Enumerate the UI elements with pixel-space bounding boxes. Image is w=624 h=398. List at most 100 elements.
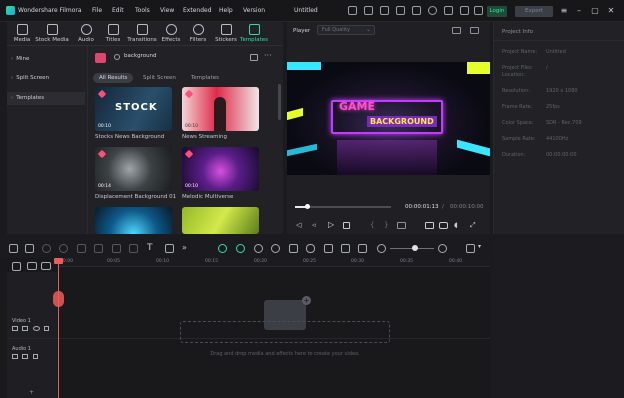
tab-media[interactable]: Media [9,24,35,43]
login-button[interactable]: Login [487,6,507,17]
eye-icon[interactable] [33,326,40,331]
duration: 00:10 [98,124,111,129]
render-preview-icon[interactable] [358,244,367,253]
time-ruler[interactable] [58,258,490,267]
drop-zone[interactable] [180,321,390,343]
layout-icon[interactable] [9,244,18,253]
close-icon[interactable]: ✕ [605,5,617,17]
tab-templates[interactable]: Templates [240,24,268,43]
add-track-icon[interactable] [12,262,21,271]
select-tool-icon[interactable] [25,244,34,253]
playhead[interactable] [58,260,59,398]
track-manager-icon[interactable] [41,262,51,270]
template-thumb-partial[interactable] [182,207,259,234]
more-icon[interactable]: ··· [264,51,272,60]
step-back-icon[interactable]: ◃ [312,221,316,229]
render-icon[interactable] [397,222,406,229]
mark-out-icon[interactable]: } [384,221,388,229]
undo-icon[interactable] [42,244,51,253]
lock-icon[interactable] [33,354,38,359]
image-icon[interactable] [470,27,479,34]
delete-icon[interactable] [77,244,86,253]
menu-version[interactable]: Version [243,7,265,14]
send-icon[interactable] [364,6,373,15]
folder-icon[interactable] [22,326,28,331]
clock-icon[interactable] [271,244,280,253]
sidebar-item-templates[interactable]: › Templates [7,92,85,105]
template-thumb-partial[interactable] [95,207,172,234]
download-icon[interactable] [460,6,469,15]
redo-icon[interactable] [59,244,68,253]
speed-icon[interactable] [129,244,138,253]
export-button[interactable]: Export [515,6,553,17]
display-icon[interactable] [425,222,434,229]
menu-help[interactable]: Help [219,7,233,14]
preview-canvas[interactable]: GAME BACKGROUND [287,62,490,175]
filter-templates[interactable]: Templates [185,73,225,83]
mark-in-icon[interactable]: { [370,221,374,229]
gift-icon[interactable] [348,6,357,15]
cloud-icon[interactable] [428,6,437,15]
ripple-icon[interactable] [236,244,245,253]
chevron-down-icon[interactable]: ▾ [478,243,481,250]
ai-icon[interactable] [341,244,350,253]
link-icon[interactable] [27,262,37,270]
add-icon[interactable]: + [29,389,34,396]
camera-icon[interactable] [439,222,448,229]
speaker-icon[interactable] [22,354,28,359]
filter-all-results[interactable]: All Results [93,73,134,83]
search-input[interactable]: background [124,53,157,59]
lock-icon[interactable] [44,326,49,331]
template-thumb-news-streaming[interactable]: 00:10 [182,87,259,131]
back-button[interactable] [95,53,106,63]
progress-handle[interactable] [304,204,310,209]
zoom-in-icon[interactable] [438,244,447,253]
template-thumb-melodic-multiverse[interactable]: 00:10 [182,147,259,191]
text-icon[interactable]: T [147,243,153,253]
sidebar-item-mine[interactable]: › Mine [7,53,85,66]
progress-track[interactable] [295,204,391,209]
fullscreen-icon[interactable]: ⤢ [470,221,476,230]
filter-split-screen[interactable]: Split Screen [137,73,182,83]
zoom-slider[interactable] [390,245,434,251]
light-icon[interactable] [380,6,389,15]
volume-icon[interactable]: ◖ [454,221,458,229]
minimize-icon[interactable]: – [573,5,585,17]
image-icon[interactable] [474,6,483,15]
menu-file[interactable]: File [92,7,102,14]
menu-edit[interactable]: Edit [112,7,124,14]
save-icon[interactable] [412,6,421,15]
monitor-icon[interactable] [396,6,405,15]
quality-select[interactable]: Full Quality ⌄ [317,25,375,35]
template-thumb-stocks-news[interactable]: STOCK 00:10 [95,87,172,131]
play-icon[interactable]: ▷ [328,220,334,229]
maximize-icon[interactable]: ▢ [589,5,601,17]
menu-tools[interactable]: Tools [135,7,150,14]
snap-icon[interactable] [254,244,263,253]
scrollbar[interactable] [278,84,281,120]
crop-icon[interactable] [112,244,121,253]
transform-icon[interactable] [165,244,174,253]
filter-icon[interactable] [250,54,258,61]
menu-extended[interactable]: Extended [183,7,212,14]
cut-icon[interactable] [94,244,103,253]
voiceover-icon[interactable] [324,244,333,253]
grid-icon[interactable] [466,244,475,253]
more-tools-icon[interactable]: » [182,243,187,252]
menu-icon[interactable]: ≡ [558,5,570,17]
zoom-out-icon[interactable] [377,244,386,253]
auto-highlight-icon[interactable] [218,244,227,253]
shield-icon[interactable] [289,244,298,253]
prev-frame-icon[interactable]: ◁ [296,221,301,229]
headset-icon[interactable] [444,6,453,15]
zoom-slider-handle[interactable] [412,245,418,251]
menu-view[interactable]: View [160,7,174,14]
microphone-icon[interactable] [306,244,315,253]
sidebar-item-split-screen[interactable]: › Split Screen [7,72,85,85]
playhead-marker[interactable] [53,291,64,307]
tab-stock-media[interactable]: Stock Media [35,24,69,43]
stop-icon[interactable] [343,222,350,229]
playhead-handle[interactable] [54,258,63,264]
template-thumb-displacement[interactable]: 00:14 [95,147,172,191]
snapshot-icon[interactable] [452,27,461,34]
